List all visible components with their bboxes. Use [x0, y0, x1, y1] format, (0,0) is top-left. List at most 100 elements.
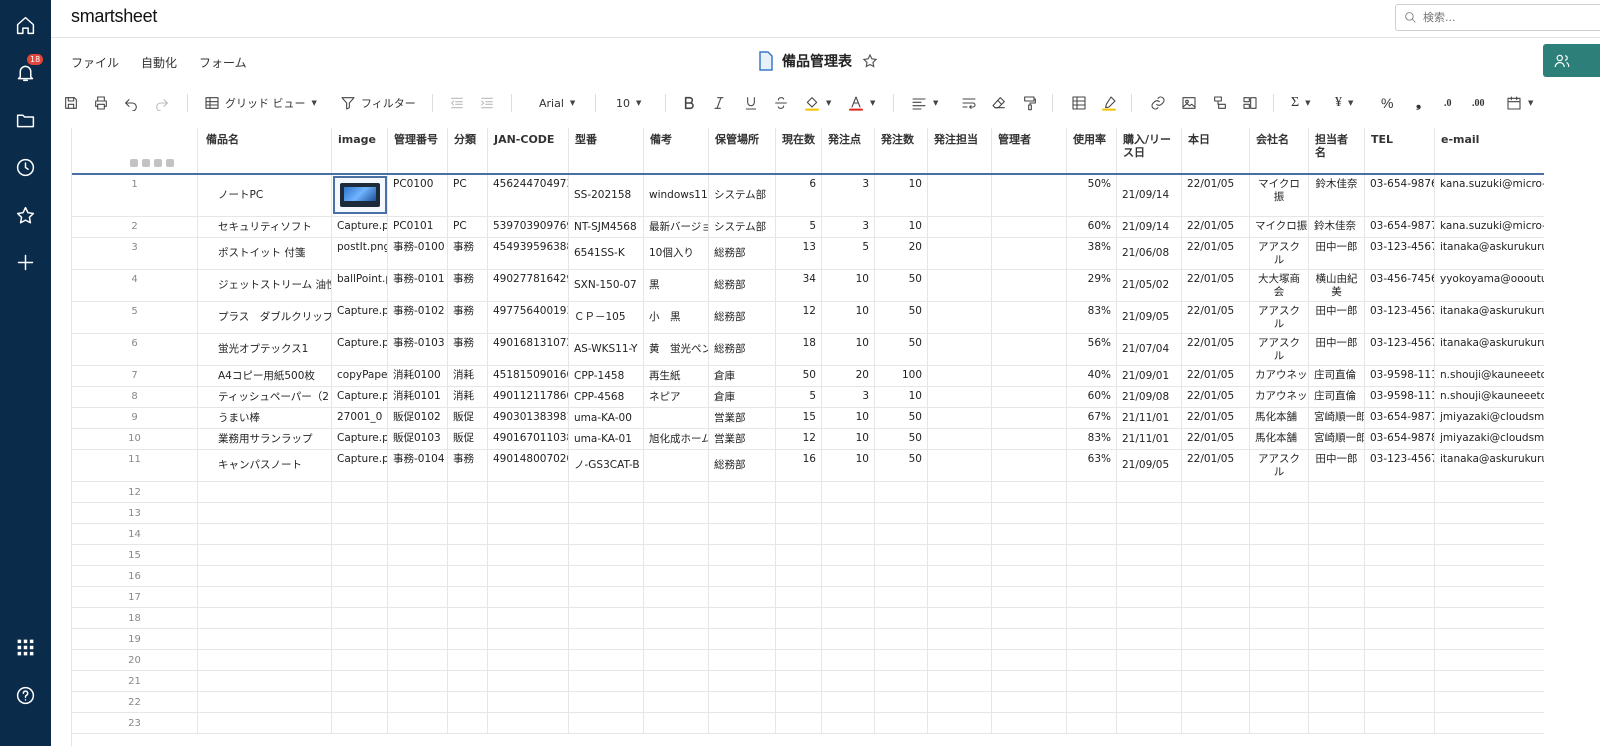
table-cell[interactable]	[1182, 524, 1250, 544]
table-cell[interactable]	[332, 503, 388, 523]
table-cell[interactable]	[1435, 566, 1544, 586]
empty-row[interactable]: 21	[72, 671, 1544, 692]
table-cell[interactable]: 販促0102	[388, 408, 448, 428]
table-cell[interactable]: Capture.png	[332, 302, 388, 333]
table-cell[interactable]	[776, 482, 822, 502]
table-cell[interactable]: 蛍光オプテックス1	[198, 334, 332, 365]
table-cell[interactable]	[332, 629, 388, 649]
table-cell[interactable]	[776, 671, 822, 691]
table-cell[interactable]	[992, 408, 1067, 428]
currency-dropdown[interactable]: ¥ ▼	[1335, 92, 1353, 114]
table-cell[interactable]	[448, 545, 488, 565]
table-cell[interactable]	[875, 482, 928, 502]
table-cell[interactable]: 12	[776, 302, 822, 333]
table-cell[interactable]	[822, 482, 875, 502]
table-cell[interactable]: 事務	[448, 334, 488, 365]
table-cell[interactable]: 再生紙	[644, 366, 709, 386]
column-header[interactable]: 分類	[448, 128, 488, 173]
table-cell[interactable]	[1117, 503, 1182, 523]
empty-row[interactable]: 13	[72, 503, 1544, 524]
favorites-star-icon[interactable]	[13, 203, 38, 228]
table-cell[interactable]: 83%	[1067, 429, 1117, 449]
table-cell[interactable]: postIt.png	[332, 238, 388, 269]
table-cell[interactable]	[776, 608, 822, 628]
table-cell[interactable]: 15	[776, 408, 822, 428]
table-cell[interactable]: 12	[776, 429, 822, 449]
table-cell[interactable]	[1182, 503, 1250, 523]
print-icon[interactable]	[93, 92, 109, 114]
table-cell[interactable]	[1309, 545, 1365, 565]
table-cell[interactable]: PC	[448, 175, 488, 216]
table-cell[interactable]	[1182, 650, 1250, 670]
table-cell[interactable]	[992, 566, 1067, 586]
row-number[interactable]: 7	[72, 366, 198, 386]
column-header[interactable]: TEL	[1365, 128, 1435, 173]
table-cell[interactable]	[388, 713, 448, 733]
table-cell[interactable]: 03-9598-1111	[1365, 366, 1435, 386]
table-cell[interactable]	[1182, 671, 1250, 691]
table-cell[interactable]	[644, 713, 709, 733]
row-number[interactable]: 11	[72, 450, 198, 481]
table-cell[interactable]	[388, 587, 448, 607]
table-row[interactable]: 5プラス ダブルクリップCapture.png事務-0102事務49775640…	[72, 302, 1544, 334]
empty-row[interactable]: 18	[72, 608, 1544, 629]
column-header[interactable]: 発注数	[875, 128, 928, 173]
table-cell[interactable]	[776, 629, 822, 649]
row-number[interactable]: 15	[72, 545, 198, 565]
table-cell[interactable]: 50	[875, 334, 928, 365]
table-cell[interactable]	[928, 302, 992, 333]
table-cell[interactable]: 67%	[1067, 408, 1117, 428]
table-cell[interactable]	[928, 671, 992, 691]
table-cell[interactable]	[992, 387, 1067, 407]
table-cell[interactable]	[1365, 566, 1435, 586]
column-header[interactable]: JAN-CODE	[488, 128, 569, 173]
empty-row[interactable]: 16	[72, 566, 1544, 587]
table-cell[interactable]	[992, 302, 1067, 333]
table-cell[interactable]	[1250, 482, 1309, 502]
table-cell[interactable]	[448, 692, 488, 712]
table-cell[interactable]	[1250, 650, 1309, 670]
table-cell[interactable]: 業務用サランラップ	[198, 429, 332, 449]
table-cell[interactable]	[1067, 671, 1117, 691]
table-cell[interactable]: セキュリティソフト	[198, 217, 332, 237]
table-cell[interactable]: 3	[822, 387, 875, 407]
table-row[interactable]: 4ジェットストリーム 油性ballPoint.png事務-0101事務49027…	[72, 270, 1544, 302]
table-cell[interactable]	[448, 482, 488, 502]
table-cell[interactable]	[1309, 503, 1365, 523]
wrap-text-icon[interactable]	[961, 92, 977, 114]
table-cell[interactable]	[569, 650, 644, 670]
table-cell[interactable]: 旭化成ホーム	[644, 429, 709, 449]
table-cell[interactable]: アアスクル	[1250, 450, 1309, 481]
table-cell[interactable]	[332, 671, 388, 691]
table-cell[interactable]: windows11対応	[644, 175, 709, 216]
table-cell[interactable]: マイクロ振	[1250, 217, 1309, 237]
table-cell[interactable]: 21/09/14	[1117, 175, 1182, 216]
table-cell[interactable]: 総務部	[709, 334, 776, 365]
table-cell[interactable]: Capture.png	[332, 450, 388, 481]
table-cell[interactable]	[776, 545, 822, 565]
table-cell[interactable]	[709, 566, 776, 586]
table-cell[interactable]: 27001_0	[332, 408, 388, 428]
table-cell[interactable]	[928, 429, 992, 449]
table-cell[interactable]: 38%	[1067, 238, 1117, 269]
table-row[interactable]: 1ノートPC PC0100PC4562447049739SS-202158wind…	[72, 175, 1544, 217]
table-cell[interactable]	[776, 650, 822, 670]
table-cell[interactable]: 鈴木佳奈	[1309, 175, 1365, 216]
table-cell[interactable]: kana.suzuki@micro-st	[1435, 217, 1544, 237]
table-cell[interactable]	[776, 692, 822, 712]
table-cell[interactable]	[1117, 671, 1182, 691]
table-cell[interactable]	[776, 713, 822, 733]
table-cell[interactable]	[644, 629, 709, 649]
table-cell[interactable]: 21/11/01	[1117, 429, 1182, 449]
table-cell[interactable]: 田中一郎	[1309, 238, 1365, 269]
table-cell[interactable]	[1435, 692, 1544, 712]
table-cell[interactable]	[709, 608, 776, 628]
table-cell[interactable]: 21/09/14	[1117, 217, 1182, 237]
table-cell[interactable]: 事務-0104	[388, 450, 448, 481]
table-cell[interactable]	[198, 671, 332, 691]
table-cell[interactable]	[928, 366, 992, 386]
table-cell[interactable]: itanaka@askurukuru.jp	[1435, 238, 1544, 269]
table-cell[interactable]	[1365, 587, 1435, 607]
table-cell[interactable]: 63%	[1067, 450, 1117, 481]
table-cell[interactable]	[388, 566, 448, 586]
